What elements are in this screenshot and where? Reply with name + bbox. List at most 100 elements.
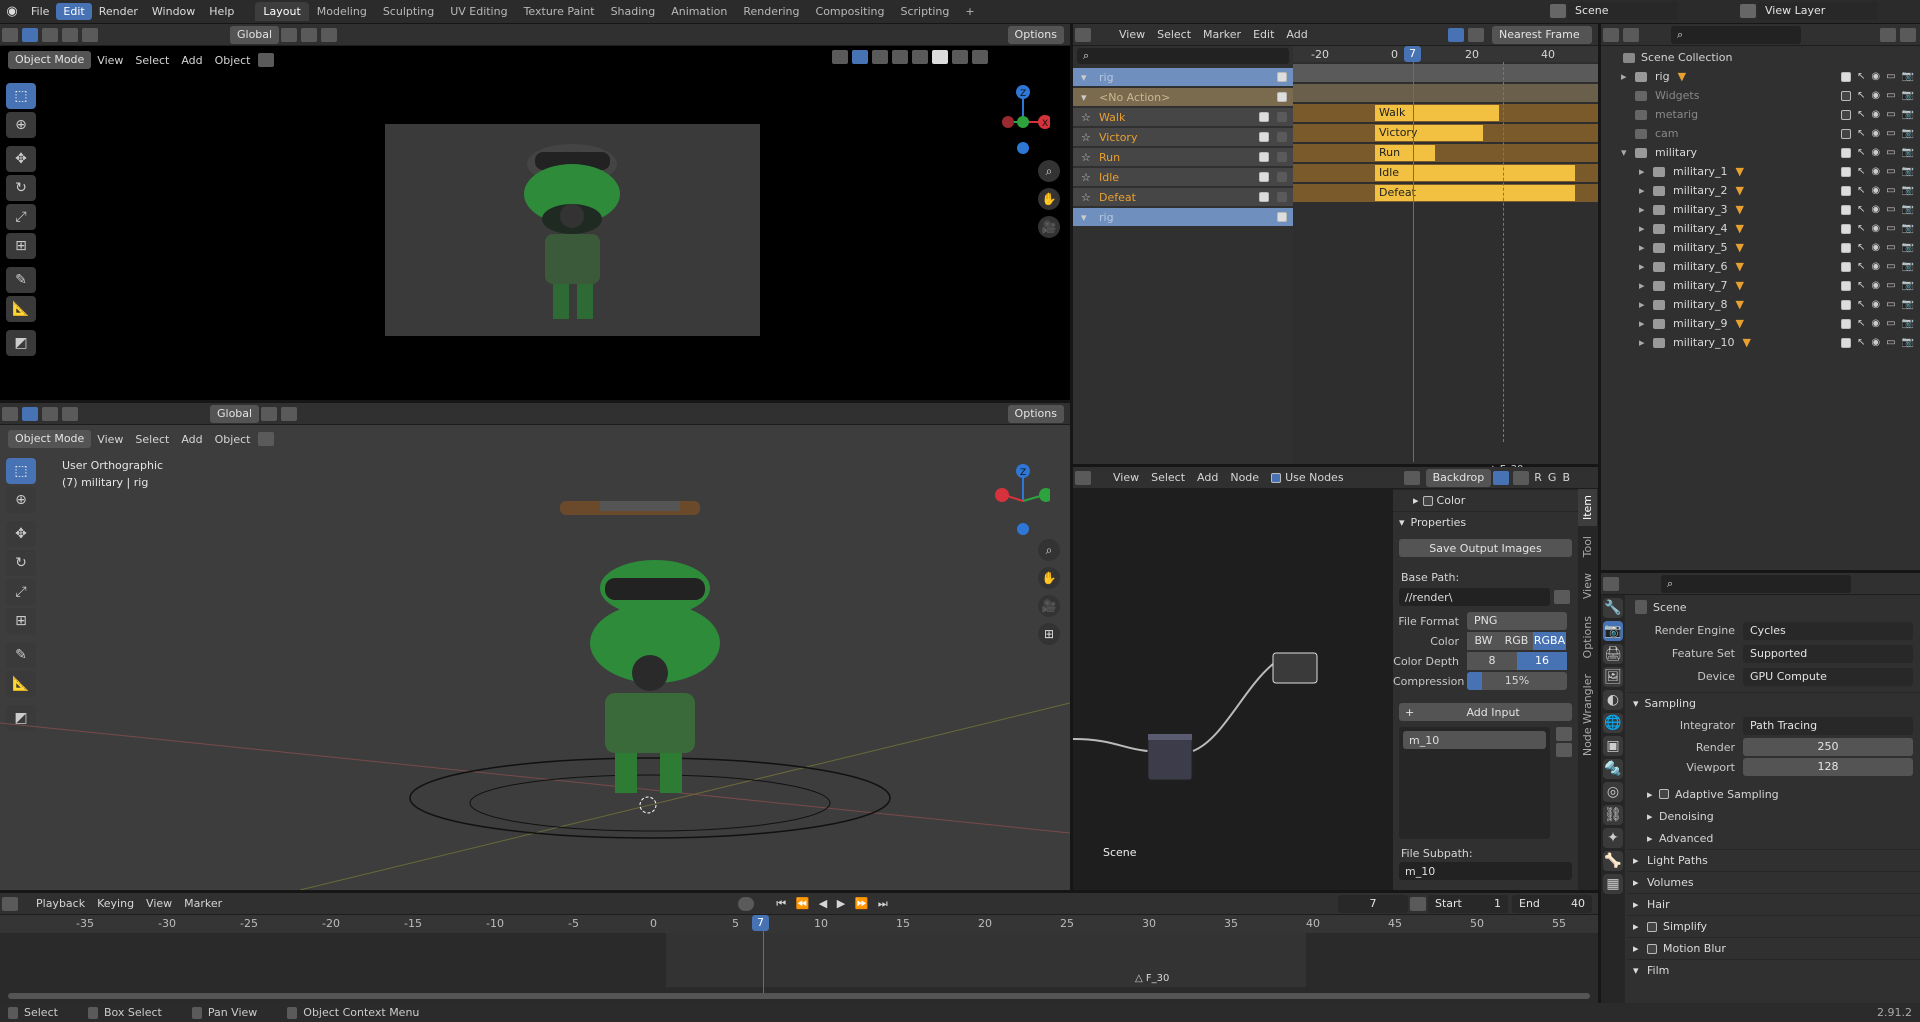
- camera-viewport[interactable]: Global Options Object Mode View Select Add…: [0, 24, 1070, 400]
- scale-tool-icon[interactable]: ⤢: [6, 204, 36, 230]
- outliner-search-input[interactable]: ⌕: [1671, 25, 1801, 44]
- start-frame-field[interactable]: Start 1: [1428, 894, 1508, 913]
- eye-icon[interactable]: ◉: [1871, 204, 1880, 215]
- nla-strips-area[interactable]: -20 0 20 40 7 WalkVictoryRunIdleDefeat △…: [1293, 46, 1598, 475]
- input-item[interactable]: m_10: [1403, 731, 1546, 749]
- track-enable-checkbox[interactable]: [1277, 92, 1287, 102]
- track-enable-checkbox[interactable]: [1259, 172, 1269, 182]
- nla-track[interactable]: ▾ <No Action>: [1073, 88, 1293, 106]
- current-frame-indicator[interactable]: 7: [1404, 46, 1421, 62]
- outliner-row[interactable]: Widgets ↖ ◉ ▭ 📷: [1601, 86, 1920, 105]
- track-enable-checkbox[interactable]: [1259, 152, 1269, 162]
- properties-search-input[interactable]: ⌕: [1661, 574, 1851, 593]
- track-enable-checkbox[interactable]: [1259, 192, 1269, 202]
- render-icon[interactable]: 📷: [1902, 166, 1914, 177]
- visibility-icon[interactable]: [832, 50, 848, 64]
- record-icon[interactable]: [738, 896, 755, 911]
- cursor-tool-icon[interactable]: ⊕: [6, 112, 36, 138]
- editor-type-icon[interactable]: [2, 27, 18, 42]
- select-icon[interactable]: ↖: [1857, 128, 1865, 139]
- data-tab-icon[interactable]: ✦: [1603, 828, 1623, 848]
- expand-arrow-icon[interactable]: ▸: [1639, 203, 1651, 216]
- move-down-icon[interactable]: [1556, 743, 1572, 757]
- properties-section[interactable]: ▾ Properties: [1393, 511, 1578, 533]
- track-enable-checkbox[interactable]: [1277, 212, 1287, 222]
- subsection-adaptive-sampling[interactable]: ▸ Adaptive Sampling: [1627, 783, 1920, 805]
- viewport-icon[interactable]: ▭: [1886, 166, 1895, 177]
- timeline[interactable]: Playback Keying View Marker ⏮ ⏪ ◀ ▶ ⏩ ⏭ 7 S…: [0, 893, 1598, 1003]
- channel-icon[interactable]: [1493, 470, 1510, 485]
- viewport-icon[interactable]: ▭: [1886, 147, 1895, 158]
- expand-arrow-icon[interactable]: ▾: [1621, 146, 1633, 159]
- overlay-icon[interactable]: [872, 50, 888, 64]
- exclude-checkbox[interactable]: [1840, 318, 1851, 329]
- menu-view[interactable]: View: [1107, 471, 1145, 484]
- end-frame-field[interactable]: End 40: [1512, 894, 1592, 913]
- playback-controls[interactable]: ⏮ ⏪ ◀ ▶ ⏩ ⏭: [776, 897, 891, 911]
- timeline-scrollbar[interactable]: [8, 993, 1590, 999]
- render-icon[interactable]: 📷: [1902, 71, 1914, 82]
- exclude-checkbox[interactable]: [1840, 90, 1851, 101]
- viewport-icon[interactable]: ▭: [1886, 71, 1895, 82]
- render-icon[interactable]: 📷: [1902, 204, 1914, 215]
- viewport-icon[interactable]: ▭: [1886, 128, 1895, 139]
- select-icon[interactable]: ↖: [1857, 166, 1865, 177]
- tool-tab-icon[interactable]: 🔧: [1603, 598, 1623, 618]
- scene-selector[interactable]: Scene: [1548, 2, 1678, 20]
- scene-field[interactable]: Scene: [1568, 2, 1678, 20]
- material-icon[interactable]: [952, 50, 968, 64]
- move-tool-icon[interactable]: ✥: [6, 146, 36, 172]
- viewport-icon[interactable]: ▭: [1886, 185, 1895, 196]
- integrator-dropdown[interactable]: Path Tracing: [1743, 716, 1913, 735]
- menu-render[interactable]: Render: [92, 3, 145, 20]
- world-tab-icon[interactable]: 🌐: [1603, 713, 1623, 733]
- pan-hand-icon[interactable]: ✋: [1038, 567, 1060, 589]
- menu-window[interactable]: Window: [145, 3, 202, 20]
- menu-node[interactable]: Node: [1224, 471, 1265, 484]
- select-icon[interactable]: ↖: [1857, 204, 1865, 215]
- render-icon[interactable]: 📷: [1902, 109, 1914, 120]
- editor-type-icon[interactable]: [1603, 576, 1619, 591]
- object-tab-icon[interactable]: ▣: [1603, 736, 1623, 756]
- render-icon[interactable]: 📷: [1902, 185, 1914, 196]
- viewport-icon[interactable]: ▭: [1886, 223, 1895, 234]
- nla-strip[interactable]: Run: [1375, 145, 1435, 161]
- backdrop-button[interactable]: Backdrop: [1425, 468, 1492, 487]
- subsection-advanced[interactable]: ▸ Advanced: [1627, 827, 1920, 849]
- file-subpath-field[interactable]: m_10: [1399, 862, 1572, 880]
- view-layer-field[interactable]: View Layer: [1758, 2, 1878, 20]
- select-tool-icon[interactable]: ⬚: [6, 83, 36, 109]
- color-section[interactable]: ▸ Color: [1393, 489, 1578, 511]
- star-icon[interactable]: ☆: [1081, 191, 1099, 204]
- color-option-rgb[interactable]: RGB: [1500, 632, 1533, 650]
- menu-marker[interactable]: Marker: [1197, 28, 1247, 41]
- sidebar-tab-item[interactable]: Item: [1578, 489, 1597, 527]
- tab-texture-paint[interactable]: Texture Paint: [516, 2, 603, 21]
- viewport-icon[interactable]: ▭: [1886, 242, 1895, 253]
- render-tab-icon[interactable]: 📷: [1603, 621, 1623, 641]
- options-button[interactable]: Options: [1007, 25, 1064, 44]
- menu-keying[interactable]: Keying: [91, 897, 140, 910]
- main-3d-viewport[interactable]: Global Options Object Mode View Select Add…: [0, 403, 1070, 890]
- eye-icon[interactable]: ◉: [1871, 318, 1880, 329]
- nla-strip[interactable]: Victory: [1375, 125, 1483, 141]
- view-layer-selector[interactable]: View Layer: [1738, 2, 1878, 20]
- menu-select[interactable]: Select: [1145, 471, 1191, 484]
- exclude-checkbox[interactable]: [1840, 223, 1851, 234]
- tab-shading[interactable]: Shading: [603, 2, 664, 21]
- alpha-icon[interactable]: [1513, 470, 1530, 485]
- nla-track[interactable]: ☆ Walk: [1073, 108, 1293, 126]
- outliner-row[interactable]: ▸ military_4 ▼ ↖ ◉ ▭ 📷: [1601, 219, 1920, 238]
- depth-option-16[interactable]: 16: [1517, 652, 1567, 670]
- menu-view[interactable]: View: [1113, 28, 1151, 41]
- pan-hand-icon[interactable]: ✋: [1038, 188, 1060, 210]
- node-editor[interactable]: View Select Add Node Use Nodes Backdrop R G…: [1073, 467, 1598, 890]
- device-dropdown[interactable]: GPU Compute: [1743, 667, 1913, 686]
- tab-layout[interactable]: Layout: [255, 2, 309, 21]
- rotate-tool-icon[interactable]: ↻: [6, 175, 36, 201]
- current-frame-field[interactable]: 7: [1338, 894, 1408, 913]
- eye-icon[interactable]: ◉: [1871, 280, 1880, 291]
- pivot-icon[interactable]: [281, 27, 298, 42]
- select-icon[interactable]: ↖: [1857, 223, 1865, 234]
- outliner-row[interactable]: cam ↖ ◉ ▭ 📷: [1601, 124, 1920, 143]
